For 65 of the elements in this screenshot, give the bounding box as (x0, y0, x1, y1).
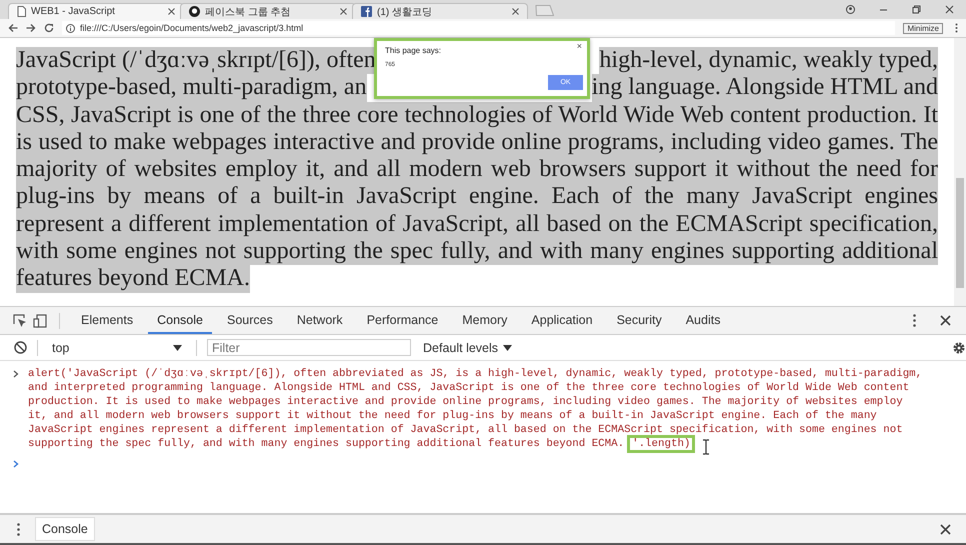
dropdown-arrow-icon (173, 344, 182, 350)
selected-text: represent a different implementation of JavaScript, all based on the ECMAScript specification, (16, 210, 938, 238)
dialog-title: This page says: (385, 46, 442, 55)
scroll-thumb[interactable] (956, 178, 964, 288)
tooltip: Minimize (903, 22, 943, 34)
close-icon[interactable] (940, 315, 951, 326)
clear-icon[interactable] (14, 341, 27, 354)
prompt-icon (13, 460, 19, 468)
inspect-icon[interactable] (13, 314, 27, 328)
panel-tab[interactable]: Security (608, 307, 671, 334)
selected-text: JavaScript (/ˈdʒɑːvəˌskrɪpt/[6]), often (16, 47, 376, 74)
address-field[interactable]: file:///C:/Users/egoin/Documents/web2_javascript/3.html (62, 21, 896, 35)
console-text: it, and all modern web browsers support it without the need for plug-ins by means of a built-in JavaScript engine. Each of the many (28, 409, 878, 423)
console-text: supporting the spec fully, and with many engines supporting additional features beyond ECMA. '.length) (28, 437, 922, 451)
close-button[interactable]: × (576, 42, 582, 51)
menu-icon[interactable] (955, 23, 958, 33)
more-icon[interactable] (17, 522, 20, 536)
reload-icon[interactable] (44, 23, 54, 33)
prompt-icon (13, 370, 19, 378)
browser-tab[interactable]: 페이스북 그룹 추첨 (180, 3, 356, 19)
drawer-tab[interactable]: Console (35, 517, 95, 541)
settings-icon[interactable] (952, 340, 966, 354)
close-icon[interactable] (945, 5, 954, 14)
selected-text: plug-ins by means of a built-in JavaScript engine. Each of the many JavaScript engines (16, 183, 938, 211)
close-icon[interactable] (940, 524, 951, 534)
info-icon (66, 24, 75, 32)
console-text: production. It is used to make webpages interactive and provide online programs, including video games. The majority of websites employ (28, 395, 904, 409)
panel-tab[interactable]: Memory (453, 307, 516, 334)
browser-tab[interactable]: (1) 생활코딩 (352, 3, 528, 19)
profile-icon[interactable] (846, 5, 855, 14)
selected-text: majority of websites employ it, and all modern web browsers support it without the need for (16, 156, 938, 184)
panel-tab[interactable]: Performance (358, 307, 448, 334)
browser-tab[interactable]: WEB1 - JavaScript (8, 3, 184, 19)
more-icon[interactable] (913, 314, 916, 327)
selected-text: prototype-based, multi-paradigm, an (16, 74, 367, 102)
selected-text: CSS, JavaScript is one of the three core technologies of World Wide Web content production. It (16, 102, 938, 129)
device-icon[interactable] (33, 314, 47, 328)
restore-icon[interactable] (912, 5, 921, 14)
close-icon[interactable] (340, 8, 347, 15)
panel-tab[interactable]: Sources (218, 307, 282, 334)
panel-tab[interactable]: Console (148, 307, 212, 334)
scrollbar[interactable] (954, 38, 966, 306)
dropdown-arrow-icon (503, 344, 512, 350)
console-text: alert('JavaScript (/ˈdʒɑːvəˌskrɪpt/[6]), often abbreviated as JS, is a high-level, dynamic, weakly typed, prototype-based, multi-paradigm, (28, 367, 922, 381)
panel-tab[interactable]: Audits (676, 307, 730, 334)
facebook-icon (361, 6, 372, 17)
close-icon[interactable] (512, 8, 519, 15)
levels-dropdown[interactable]: Default levels (423, 340, 512, 354)
context-dropdown[interactable]: top (48, 340, 186, 354)
selected-text: features beyond ECMA. (16, 265, 250, 292)
filter-field[interactable]: Filter (207, 339, 411, 356)
forward-icon[interactable] (26, 23, 36, 33)
panel-tab[interactable]: Elements (72, 307, 142, 334)
page-icon (17, 6, 26, 17)
selected-text: is used to make webpages interactive and provide online programs, including video games. The (16, 128, 938, 156)
text-cursor-icon (702, 439, 710, 455)
panel-tab[interactable]: Application (522, 307, 602, 334)
close-icon[interactable] (168, 8, 175, 15)
panel-tab[interactable]: Network (288, 307, 352, 334)
selected-text: high-level, dynamic, weakly typed, (599, 47, 938, 74)
selected-text: ing language. Alongside HTML and (592, 74, 938, 102)
selected-text: with some engines not supporting the spec fully, and with many engines supporting additional (16, 238, 938, 266)
console-text: and interpreted programming language. Alongside HTML and CSS, JavaScript is one of the three core technologies of World Wide Web content (28, 381, 910, 395)
console-text: JavaScript engines represent a different implementation of JavaScript, all based on the ECMAScript specification, with some engines not (28, 423, 904, 437)
back-icon[interactable] (8, 23, 18, 33)
